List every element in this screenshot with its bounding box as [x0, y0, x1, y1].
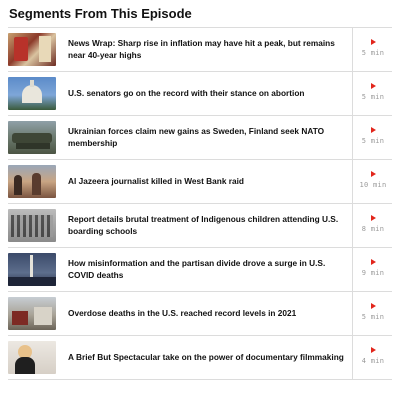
section-heading: Segments From This Episode — [9, 6, 192, 21]
segment-title-link[interactable]: News Wrap: Sharp rise in inflation may h… — [68, 38, 352, 61]
segment-duration: 5 min — [361, 93, 385, 101]
segment-thumbnail[interactable] — [8, 165, 56, 198]
segment-duration: 8 min — [361, 225, 385, 233]
segment-title-link[interactable]: Overdose deaths in the U.S. reached reco… — [68, 308, 352, 320]
play-icon[interactable] — [371, 83, 376, 89]
segment-row[interactable]: Ukrainian forces claim new gains as Swed… — [8, 116, 392, 160]
play-icon[interactable] — [371, 39, 376, 45]
segment-thumbnail[interactable] — [8, 253, 56, 286]
segment-list: News Wrap: Sharp rise in inflation may h… — [8, 27, 392, 380]
segment-row[interactable]: A Brief But Spectacular take on the powe… — [8, 336, 392, 380]
segment-play-area[interactable]: 9 min — [352, 248, 392, 291]
segment-duration: 9 min — [361, 269, 385, 277]
segment-thumbnail[interactable] — [8, 33, 56, 66]
segment-thumbnail[interactable] — [8, 209, 56, 242]
segment-thumbnail[interactable] — [8, 297, 56, 330]
segment-play-area[interactable]: 4 min — [352, 336, 392, 379]
segment-play-area[interactable]: 5 min — [352, 116, 392, 159]
segment-row[interactable]: How misinformation and the partisan divi… — [8, 248, 392, 292]
segments-panel: Segments From This Episode News Wrap: Sh… — [0, 1, 400, 407]
segment-thumbnail[interactable] — [8, 77, 56, 110]
segment-duration: 10 min — [359, 181, 387, 189]
segment-duration: 5 min — [361, 49, 385, 57]
segment-row[interactable]: Overdose deaths in the U.S. reached reco… — [8, 292, 392, 336]
segment-title-link[interactable]: A Brief But Spectacular take on the powe… — [68, 352, 352, 364]
segment-row[interactable]: Al Jazeera journalist killed in West Ban… — [8, 160, 392, 204]
segment-title-link[interactable]: U.S. senators go on the record with thei… — [68, 88, 352, 100]
segment-duration: 5 min — [361, 137, 385, 145]
segment-title-link[interactable]: Al Jazeera journalist killed in West Ban… — [68, 176, 352, 188]
segment-play-area[interactable]: 5 min — [352, 28, 392, 71]
segment-thumbnail[interactable] — [8, 121, 56, 154]
segment-play-area[interactable]: 10 min — [352, 160, 392, 203]
segment-duration: 4 min — [361, 357, 385, 365]
play-icon[interactable] — [371, 215, 376, 221]
play-icon[interactable] — [371, 171, 376, 177]
segment-title-link[interactable]: How misinformation and the partisan divi… — [68, 258, 352, 281]
play-icon[interactable] — [371, 303, 376, 309]
segment-title-link[interactable]: Report details brutal treatment of Indig… — [68, 214, 352, 237]
segment-play-area[interactable]: 8 min — [352, 204, 392, 247]
play-icon[interactable] — [371, 259, 376, 265]
segment-play-area[interactable]: 5 min — [352, 72, 392, 115]
play-icon[interactable] — [371, 127, 376, 133]
segment-row[interactable]: U.S. senators go on the record with thei… — [8, 72, 392, 116]
segment-duration: 5 min — [361, 313, 385, 321]
segment-thumbnail[interactable] — [8, 341, 56, 374]
segment-title-link[interactable]: Ukrainian forces claim new gains as Swed… — [68, 126, 352, 149]
play-icon[interactable] — [371, 347, 376, 353]
segment-row[interactable]: Report details brutal treatment of Indig… — [8, 204, 392, 248]
segment-play-area[interactable]: 5 min — [352, 292, 392, 335]
segment-row[interactable]: News Wrap: Sharp rise in inflation may h… — [8, 28, 392, 72]
